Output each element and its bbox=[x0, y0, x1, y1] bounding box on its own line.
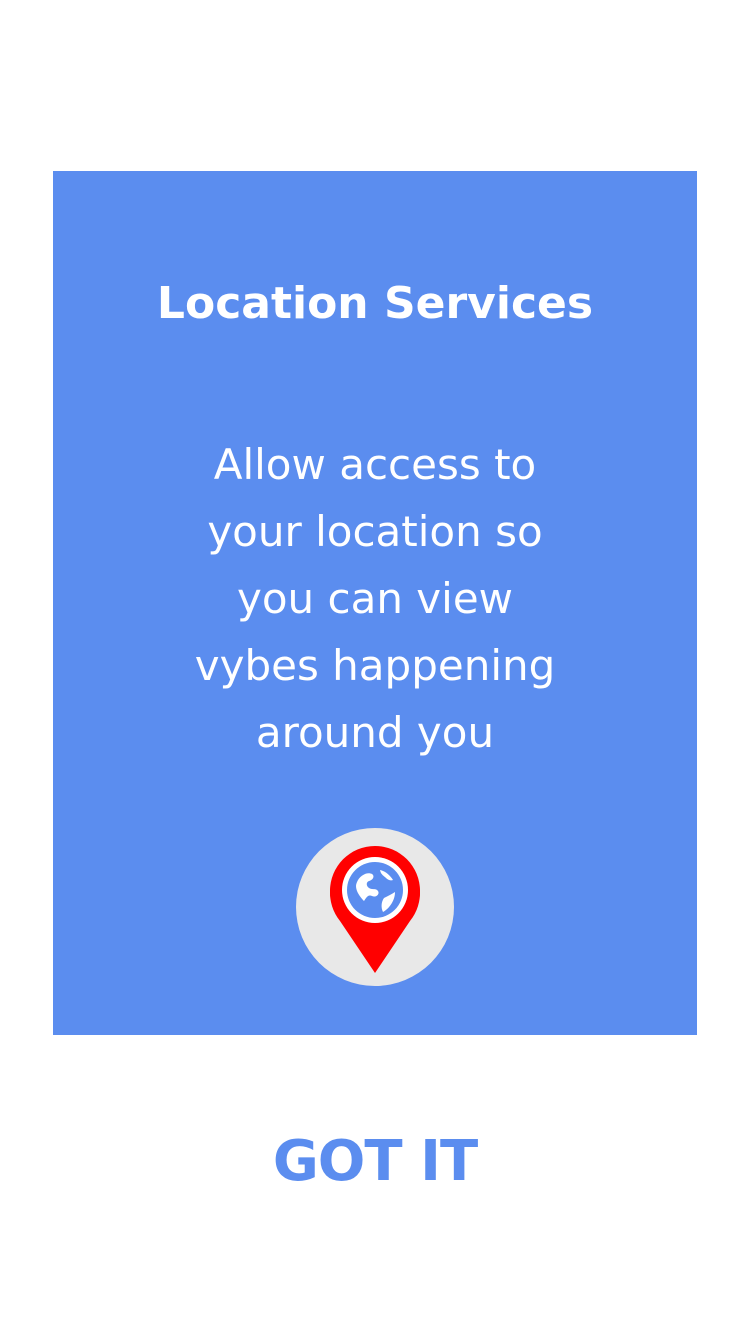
message-line: your location so bbox=[207, 507, 543, 556]
got-it-button[interactable]: GOT IT bbox=[200, 1122, 550, 1202]
message-line: Allow access to bbox=[213, 440, 537, 489]
location-pin-globe-icon bbox=[296, 828, 454, 986]
screen: Location Services Allow access to your l… bbox=[0, 0, 750, 1334]
map-pin-icon bbox=[330, 846, 420, 973]
message-line: around you bbox=[255, 708, 495, 757]
message-line: you can view bbox=[236, 574, 514, 623]
dialog-message: Allow access to your location so you can… bbox=[165, 431, 585, 766]
dialog-title: Location Services bbox=[156, 278, 594, 329]
message-line: vybes happening bbox=[194, 641, 556, 690]
